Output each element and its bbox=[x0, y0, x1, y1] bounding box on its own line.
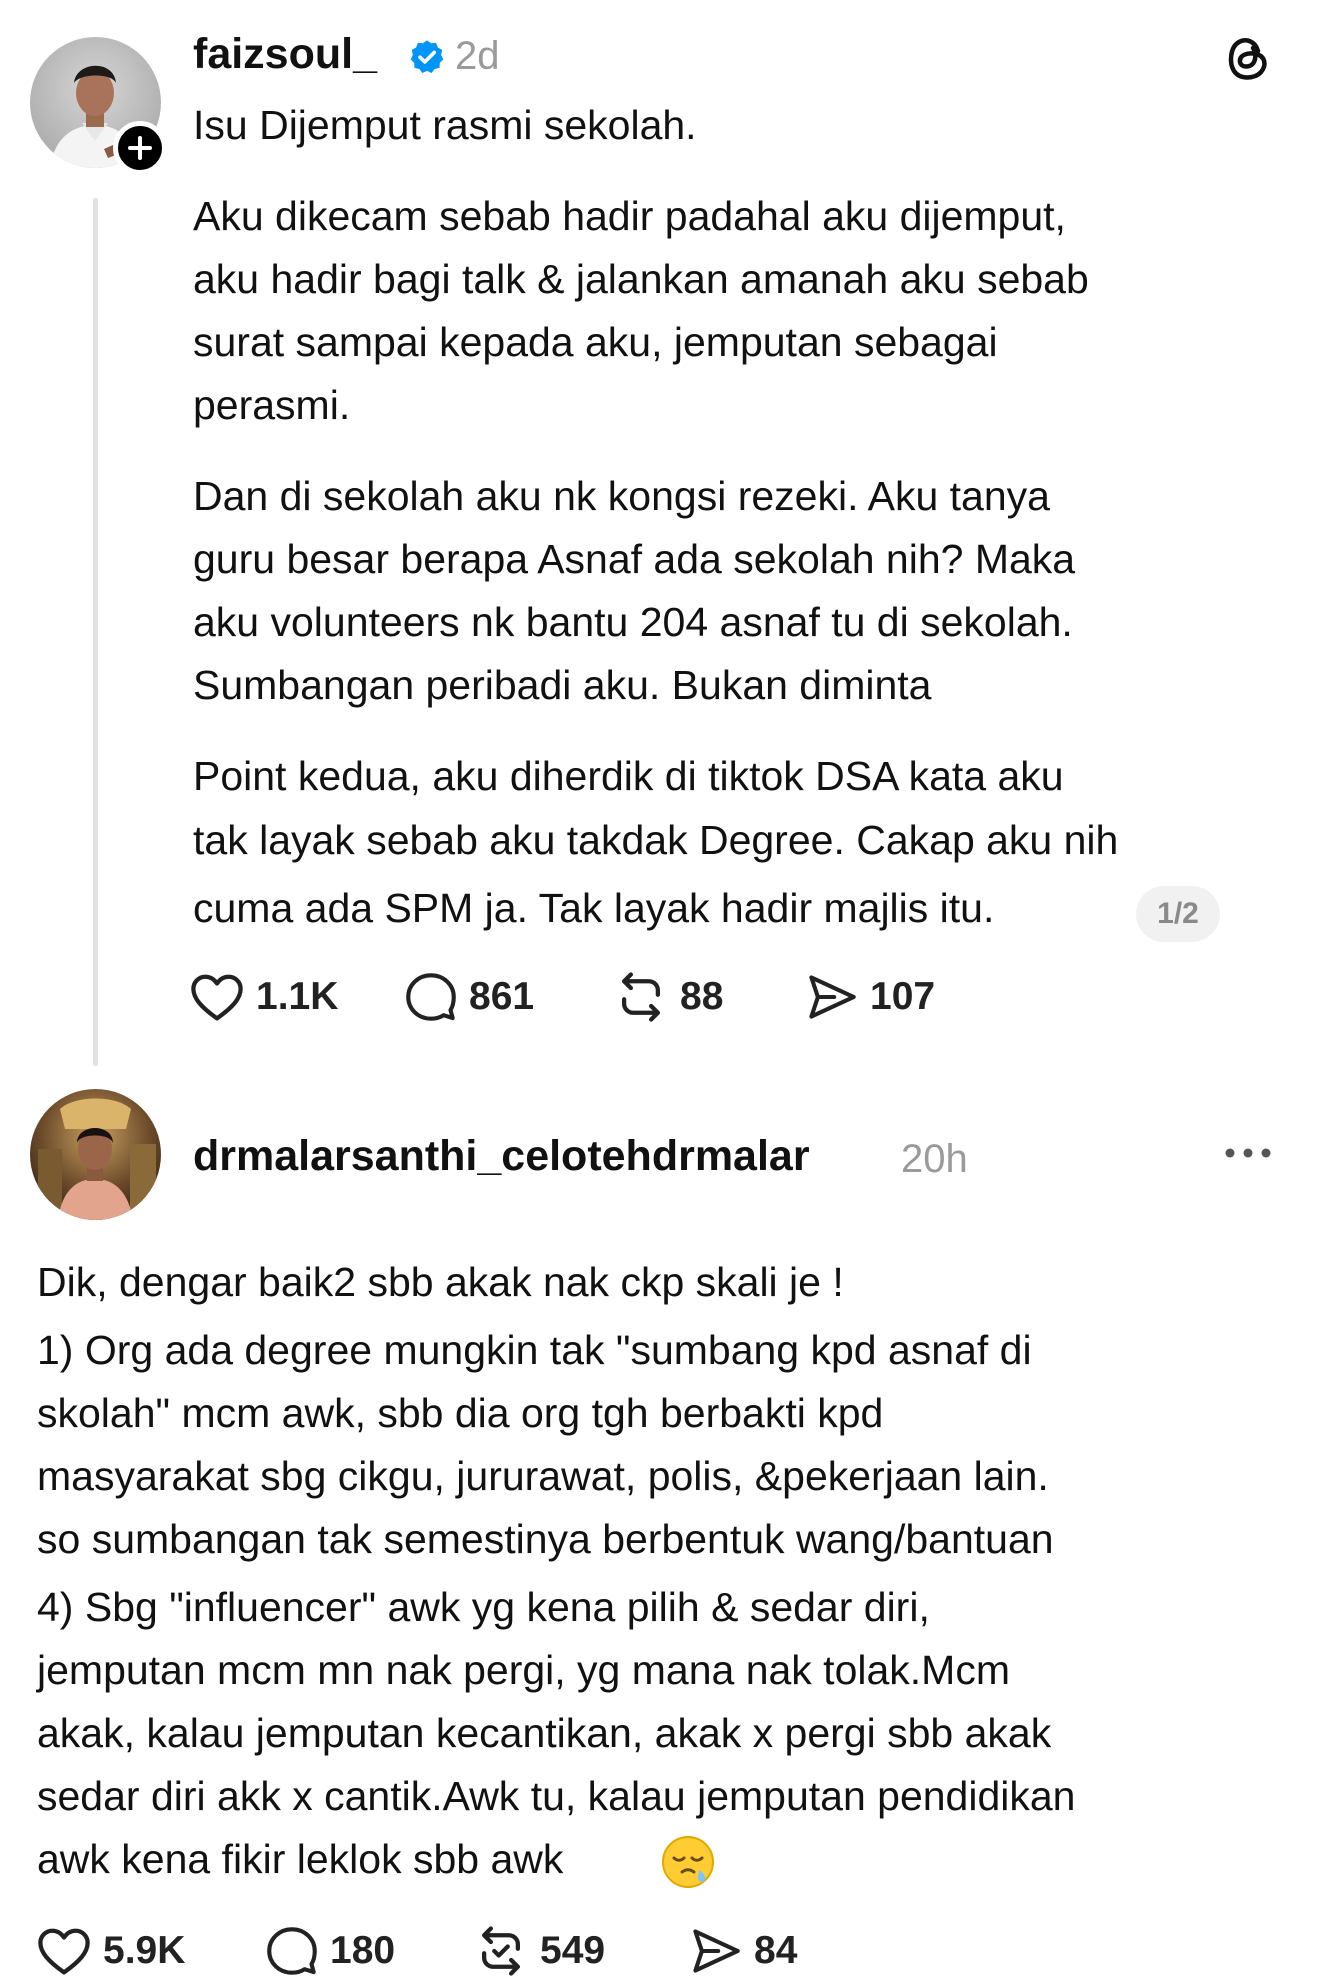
post-headline: Isu Dijemput rasmi sekolah. bbox=[193, 102, 697, 148]
share-button[interactable]: 107 bbox=[806, 972, 935, 1022]
sleepy-face-emoji-icon bbox=[662, 1836, 714, 1888]
post-body-line: masyarakat sbg cikgu, jururawat, polis, … bbox=[37, 1453, 1049, 1499]
post-body-line: Dan di sekolah aku nk kongsi rezeki. Aku… bbox=[193, 473, 1050, 519]
share-icon bbox=[693, 1929, 740, 1973]
comment-icon bbox=[267, 1927, 317, 1975]
share-icon bbox=[809, 975, 856, 1019]
post-body-line: sedar diri akk x cantik.Awk tu, kalau je… bbox=[37, 1773, 1076, 1819]
post-body-line: skolah" mcm awk, sbb dia org tgh berbakt… bbox=[37, 1390, 884, 1436]
post-body-line: jemputan mcm mn nak pergi, yg mana nak t… bbox=[37, 1647, 1010, 1693]
reply-count: 180 bbox=[330, 1929, 396, 1972]
post-body-line: 1) Org ada degree mungkin tak "sumbang k… bbox=[37, 1327, 1032, 1373]
post-body-line: Dik, dengar baik2 sbb akak nak ckp skali… bbox=[37, 1259, 844, 1305]
post-body-line: Sumbangan peribadi aku. Bukan diminta bbox=[193, 662, 932, 708]
username[interactable]: drmalarsanthi_celotehdrmalar bbox=[193, 1132, 810, 1181]
like-count: 5.9K bbox=[103, 1929, 186, 1972]
post-body-line: akak, kalau jemputan kecantikan, akak x … bbox=[37, 1710, 1052, 1756]
timestamp[interactable]: 2d bbox=[455, 34, 500, 79]
thread-connector-line bbox=[93, 198, 98, 1066]
post-body-line: tak layak sebab aku takdak Degree. Cakap… bbox=[193, 817, 1119, 863]
post-body-line: surat sampai kepada aku, jemputan sebaga… bbox=[193, 319, 998, 365]
reply-button[interactable]: 861 bbox=[405, 972, 534, 1022]
post-body-line: aku volunteers nk bantu 204 asnaf tu di … bbox=[193, 599, 1073, 645]
like-button[interactable]: 5.9K bbox=[37, 1926, 185, 1976]
threads-logo-icon[interactable] bbox=[1224, 32, 1270, 82]
repost-button[interactable]: 549 bbox=[474, 1926, 605, 1976]
post-body-line: cuma ada SPM ja. Tak layak hadir majlis … bbox=[193, 885, 995, 931]
post-body-line: Point kedua, aku diherdik di tiktok DSA … bbox=[193, 753, 1064, 799]
share-button[interactable]: 84 bbox=[690, 1926, 797, 1976]
plus-icon bbox=[128, 136, 152, 160]
like-button[interactable]: 1.1K bbox=[190, 972, 338, 1022]
thread-page-indicator[interactable]: 1/2 bbox=[1136, 886, 1220, 942]
post-body-line: awk kena fikir leklok sbb awk bbox=[37, 1836, 564, 1882]
heart-icon bbox=[191, 974, 243, 1021]
repost-button[interactable]: 88 bbox=[614, 972, 723, 1022]
verified-badge-icon bbox=[410, 40, 444, 73]
share-count: 84 bbox=[754, 1929, 798, 1972]
heart-icon bbox=[38, 1928, 90, 1975]
post-body-line: aku hadir bagi talk & jalankan amanah ak… bbox=[193, 256, 1089, 302]
post-body-line: 4) Sbg "influencer" awk yg kena pilih & … bbox=[37, 1584, 930, 1630]
comment-icon bbox=[406, 973, 456, 1021]
post-body-line: so sumbangan tak semestinya berbentuk wa… bbox=[37, 1516, 1054, 1562]
username[interactable]: faizsoul_ bbox=[193, 30, 377, 79]
reply-button[interactable]: 180 bbox=[266, 1926, 395, 1976]
repost-count: 549 bbox=[540, 1929, 606, 1972]
post-body-line: Aku dikecam sebab hadir padahal aku dije… bbox=[193, 193, 1066, 239]
share-count: 107 bbox=[870, 975, 936, 1018]
post-body-line: guru besar berapa Asnaf ada sekolah nih?… bbox=[193, 536, 1076, 582]
reply-count: 861 bbox=[469, 975, 535, 1018]
repost-icon bbox=[621, 972, 661, 1022]
repost-icon bbox=[481, 1926, 521, 1976]
follow-button[interactable] bbox=[113, 121, 167, 175]
avatar[interactable] bbox=[30, 1089, 161, 1220]
repost-count: 88 bbox=[680, 975, 724, 1018]
timestamp[interactable]: 20h bbox=[901, 1137, 968, 1182]
like-count: 1.1K bbox=[256, 975, 339, 1018]
post-body-line: perasmi. bbox=[193, 382, 351, 428]
more-icon[interactable] bbox=[1224, 1146, 1272, 1160]
